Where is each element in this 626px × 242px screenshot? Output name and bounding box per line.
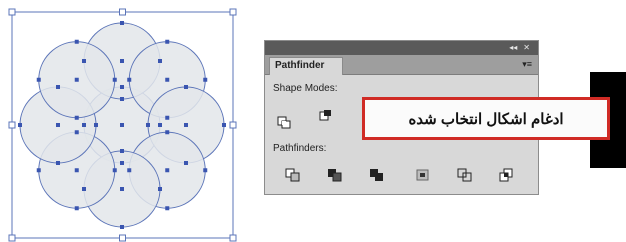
- resize-handle[interactable]: [229, 121, 237, 129]
- anchor-point[interactable]: [36, 168, 41, 173]
- anchor-point[interactable]: [112, 168, 117, 173]
- anchor-point[interactable]: [120, 161, 124, 165]
- anchor-point[interactable]: [120, 21, 124, 25]
- anchor-point[interactable]: [120, 187, 124, 191]
- merge-icon[interactable]: [369, 168, 385, 182]
- unite-icon[interactable]: [277, 116, 293, 130]
- resize-handle[interactable]: [229, 8, 237, 16]
- anchor-point[interactable]: [165, 206, 170, 211]
- anchor-point[interactable]: [74, 115, 79, 120]
- anchor-point[interactable]: [127, 77, 132, 82]
- panel-title-bar: ◂◂ ✕: [265, 41, 538, 55]
- anchor-point[interactable]: [165, 39, 170, 44]
- anchor-point[interactable]: [165, 77, 170, 82]
- anchor-point[interactable]: [56, 161, 60, 165]
- anchor-point[interactable]: [222, 123, 226, 127]
- anchor-point[interactable]: [120, 85, 124, 89]
- anchor-point[interactable]: [82, 187, 86, 191]
- anchor-point[interactable]: [158, 187, 162, 191]
- anchor-point[interactable]: [203, 77, 208, 82]
- anchor-point[interactable]: [158, 123, 162, 127]
- minus-back-icon[interactable]: [499, 168, 515, 182]
- anchor-point[interactable]: [74, 77, 79, 82]
- anchor-point[interactable]: [36, 77, 41, 82]
- anchor-point[interactable]: [120, 59, 124, 63]
- trim-icon[interactable]: [327, 168, 343, 182]
- anchor-point[interactable]: [120, 123, 124, 127]
- panel-tab-row: Pathfinder ▾≡: [265, 55, 538, 75]
- anchor-point[interactable]: [74, 39, 79, 44]
- anchor-point[interactable]: [82, 59, 86, 63]
- resize-handle[interactable]: [8, 234, 16, 242]
- anchor-point[interactable]: [184, 123, 188, 127]
- resize-handle[interactable]: [229, 234, 237, 242]
- collapse-icon[interactable]: ◂◂: [509, 41, 517, 55]
- resize-handle[interactable]: [8, 8, 16, 16]
- minus-front-icon[interactable]: [319, 109, 335, 123]
- resize-handle[interactable]: [8, 121, 16, 129]
- anchor-point[interactable]: [165, 115, 170, 120]
- anchor-point[interactable]: [56, 123, 60, 127]
- anchor-point[interactable]: [18, 123, 22, 127]
- anchor-point[interactable]: [158, 59, 162, 63]
- anchor-point[interactable]: [146, 123, 150, 127]
- anchor-point[interactable]: [184, 161, 188, 165]
- callout-label: ادغام اشکال انتخاب شده: [362, 97, 610, 140]
- anchor-point[interactable]: [120, 225, 124, 229]
- divide-icon[interactable]: [285, 168, 301, 182]
- shape-modes-label: Shape Modes:: [273, 83, 338, 94]
- panel-menu-icon[interactable]: ▾≡: [522, 59, 532, 70]
- anchor-point[interactable]: [165, 130, 170, 135]
- crop-icon[interactable]: [415, 168, 431, 182]
- tab-pathfinder[interactable]: Pathfinder: [269, 57, 343, 75]
- anchor-point[interactable]: [94, 123, 98, 127]
- anchor-point[interactable]: [165, 168, 170, 173]
- anchor-point[interactable]: [127, 168, 132, 173]
- close-icon[interactable]: ✕: [523, 41, 530, 55]
- anchor-point[interactable]: [82, 123, 86, 127]
- overlapping-circles: [18, 21, 226, 229]
- anchor-point[interactable]: [120, 97, 124, 101]
- anchor-point[interactable]: [184, 85, 188, 89]
- resize-handle[interactable]: [119, 8, 126, 16]
- anchor-point[interactable]: [74, 130, 79, 135]
- anchor-point[interactable]: [74, 206, 79, 211]
- pathfinders-label: Pathfinders:: [273, 143, 327, 154]
- resize-handle[interactable]: [119, 234, 126, 242]
- outline-icon[interactable]: [457, 168, 473, 182]
- anchor-point[interactable]: [203, 168, 208, 173]
- anchor-point[interactable]: [112, 77, 117, 82]
- anchor-point[interactable]: [74, 168, 79, 173]
- anchor-point[interactable]: [56, 85, 60, 89]
- anchor-point[interactable]: [120, 149, 124, 153]
